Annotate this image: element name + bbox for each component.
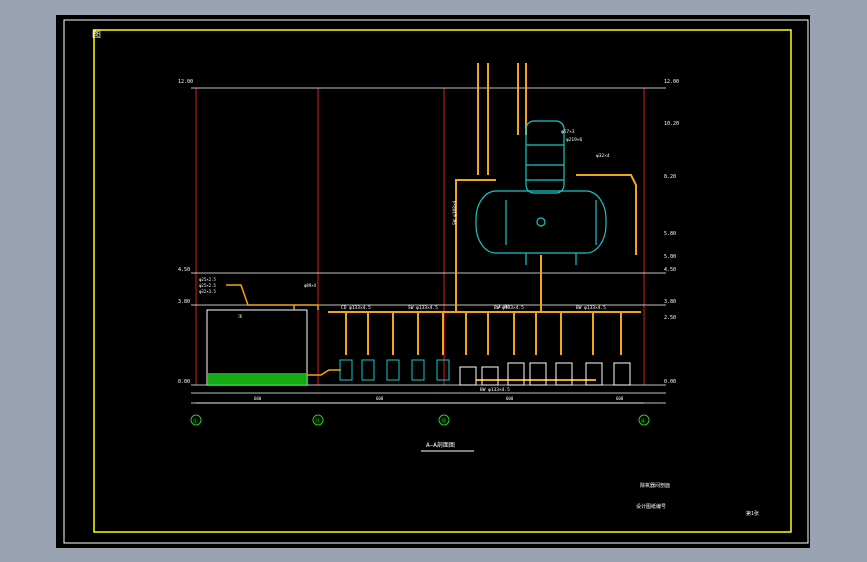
rlevel-12: 12.00: [664, 79, 679, 85]
tank-number: ③: [238, 314, 243, 320]
header-cd: CD φ133×4.5: [341, 305, 371, 311]
title-line-2: 设计图纸编号: [636, 503, 666, 510]
dim-4: 600: [616, 396, 624, 401]
top-elev: 3.00: [498, 304, 509, 310]
dim-1: 600: [254, 396, 262, 401]
dim-2: 600: [376, 396, 384, 401]
title-sheet: 第1张: [746, 510, 759, 517]
rlevel-10-2: 10.20: [664, 121, 679, 127]
rlevel-4-5: 4.50: [664, 267, 676, 273]
rlevel-5-8: 5.80: [664, 231, 676, 237]
section-title: A—A剖面图: [426, 441, 455, 449]
header-sw: SW φ133×4.5: [408, 305, 438, 311]
level-12: 12.00: [178, 79, 193, 85]
bottom-bw: BW φ133×4.5: [480, 387, 510, 393]
overflow-label: φ89×4: [304, 283, 317, 288]
level-lines: [191, 87, 666, 404]
vessel-label-b: φ219×6: [566, 137, 583, 143]
axis-1: ①: [193, 418, 198, 425]
outer-border: [63, 19, 809, 544]
left-levels: 12.00 4.50 3.80 0.00: [178, 79, 193, 385]
tank-water: [207, 373, 307, 385]
vessel-label-a: φ57×3: [561, 129, 575, 135]
rlevel-3-8: 3.80: [664, 299, 676, 305]
dim-3: 600: [506, 396, 514, 401]
vessel-labels: φ57×3 φ219×6 φ32×4 SW φ108×4: [452, 129, 610, 225]
axis-4: ④: [641, 418, 646, 425]
deaerator: [475, 120, 607, 265]
right-levels: 12.00 10.20 8.20 5.80 5.00 4.50 3.80 2.5…: [664, 79, 679, 385]
level-4-5: 4.50: [178, 267, 190, 273]
header-bw2: BW φ133×4.5: [576, 305, 606, 311]
cad-drawing: 图 12.00 4.50 3.80 0.00 12.00 10.20 8.20 …: [63, 19, 809, 544]
rlevel-8-2: 8.20: [664, 174, 676, 180]
dim-labels: 600 600 600 600: [254, 396, 624, 401]
pump-group: [339, 359, 450, 381]
tank-pipe-label-2: φ25×2.5: [199, 283, 216, 288]
tank-pipes: [226, 284, 341, 376]
vessel-label-c: φ32×4: [596, 153, 610, 159]
title-block: 除氧器间剖面 设计图纸编号 第1张: [636, 482, 759, 517]
level-0: 0.00: [178, 379, 190, 385]
tank-pipe-label-1: φ25×2.5: [199, 277, 216, 282]
rlevel-5: 5.00: [664, 254, 676, 260]
drawing-frame: 图 12.00 4.50 3.80 0.00 12.00 10.20 8.20 …: [56, 15, 810, 548]
title-line-1: 除氧器间剖面: [640, 482, 670, 489]
rlevel-0: 0.00: [664, 379, 676, 385]
rlevel-2-5: 2.50: [664, 315, 676, 321]
title-mark: 图: [92, 29, 101, 40]
tank-pipe-label-3: φ32×3.5: [199, 289, 216, 294]
axis-3: ⑱: [441, 417, 447, 425]
riser-sw: SW φ108×4: [452, 200, 458, 225]
level-3-8: 3.80: [178, 299, 190, 305]
tank-pipe-labels: φ25×2.5 φ25×2.5 φ32×3.5 φ89×4: [199, 277, 317, 294]
axis-2: ⑬: [315, 417, 321, 425]
header-pipes: [328, 63, 641, 381]
axis-markers: ① ⑬ ⑱ ④: [190, 414, 650, 426]
gridlines: [195, 88, 645, 385]
equipment-boxes: [459, 362, 631, 386]
